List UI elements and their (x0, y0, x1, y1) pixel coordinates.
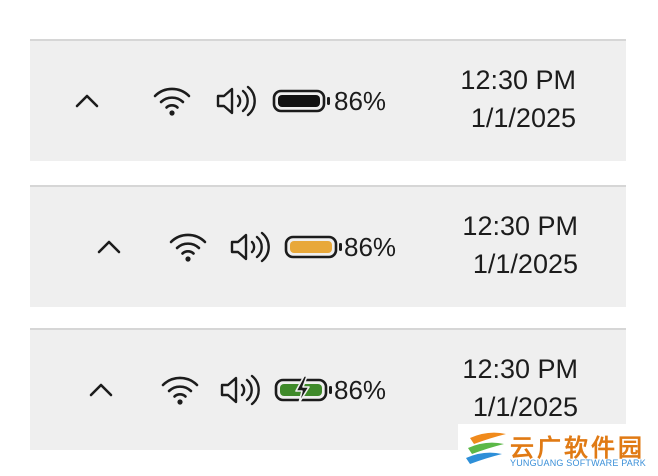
wifi-icon[interactable] (168, 230, 208, 264)
battery-percent: 86% (334, 374, 387, 405)
battery-charging-icon[interactable] (274, 375, 334, 405)
system-tray-icons: 86% (86, 330, 386, 450)
clock[interactable]: 12:30 PM 1/1/2025 (462, 207, 578, 283)
clock[interactable]: 12:30 PM 1/1/2025 (460, 61, 576, 137)
volume-icon[interactable] (214, 84, 258, 118)
battery-icon[interactable] (284, 232, 344, 262)
clock-time: 12:30 PM (460, 65, 576, 95)
chevron-up-icon[interactable] (72, 86, 102, 116)
battery-icon[interactable] (272, 86, 332, 116)
clock[interactable]: 12:30 PM 1/1/2025 (462, 350, 578, 426)
volume-icon[interactable] (218, 373, 262, 407)
clock-date: 1/1/2025 (472, 392, 578, 422)
wifi-icon[interactable] (152, 84, 192, 118)
clock-date: 1/1/2025 (470, 103, 576, 133)
wifi-icon[interactable] (160, 373, 200, 407)
chevron-up-icon[interactable] (94, 232, 124, 262)
clock-date: 1/1/2025 (472, 249, 578, 279)
system-tray-icons: 86% (72, 41, 386, 161)
battery-percent: 86% (344, 231, 397, 262)
watermark: 云广软件园 YUNGUANG SOFTWARE PARK (458, 424, 658, 476)
clock-time: 12:30 PM (462, 354, 578, 384)
watermark-english-text: YUNGUANG SOFTWARE PARK (510, 458, 646, 468)
watermark-logo-icon (466, 432, 506, 464)
system-tray-icons: 86% (94, 187, 396, 307)
battery-percent: 86% (334, 85, 387, 116)
volume-icon[interactable] (228, 230, 272, 264)
clock-time: 12:30 PM (462, 211, 578, 241)
chevron-up-icon[interactable] (86, 375, 116, 405)
taskbar-tray-1: 86% 12:30 PM 1/1/2025 (30, 39, 626, 161)
taskbar-tray-2: 86% 12:30 PM 1/1/2025 (30, 185, 626, 307)
